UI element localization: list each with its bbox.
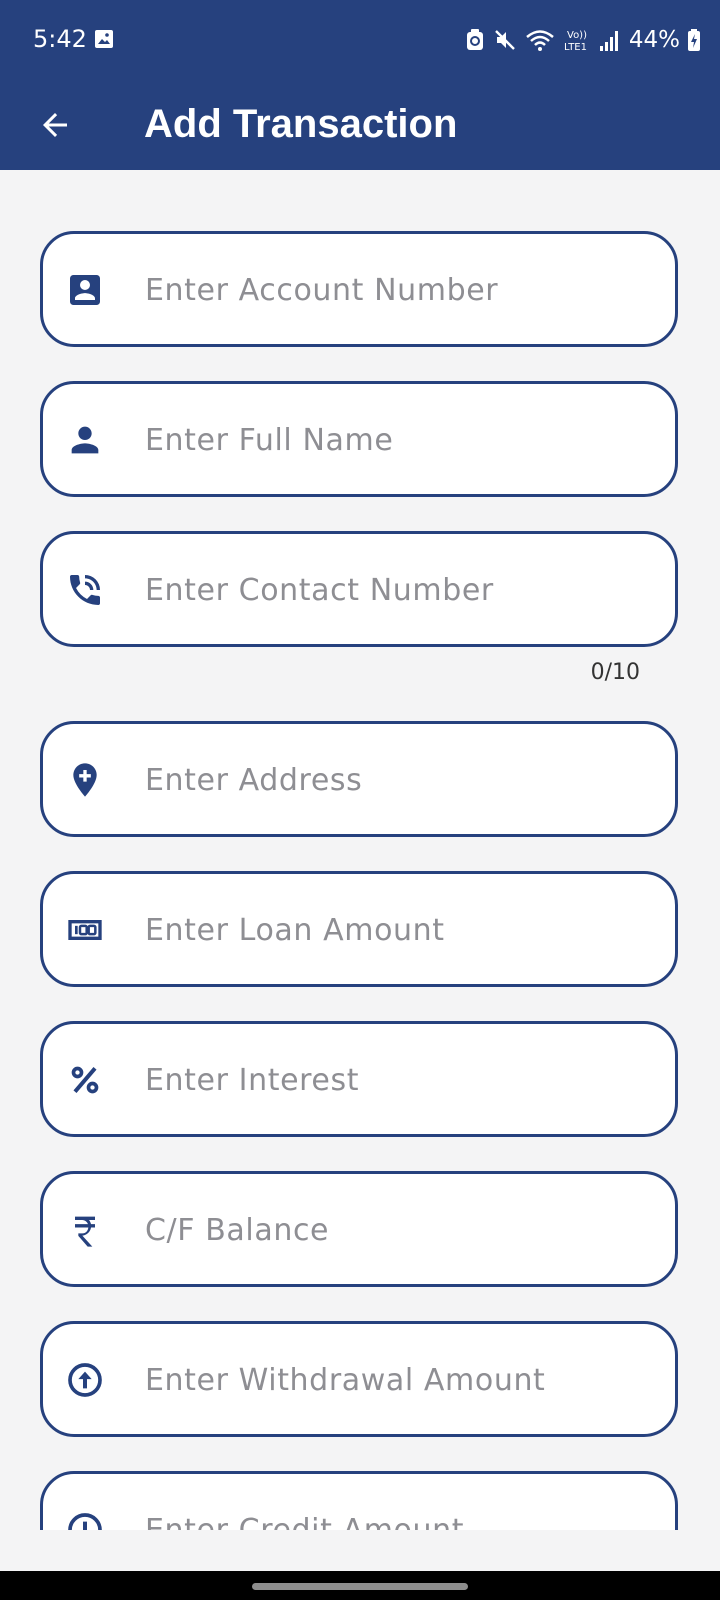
percent-icon bbox=[65, 1060, 105, 1100]
interest-input[interactable] bbox=[143, 1044, 647, 1116]
money-100-icon bbox=[65, 910, 105, 950]
battery-icon bbox=[688, 29, 700, 51]
credit-amount-input[interactable] bbox=[143, 1494, 647, 1530]
status-icons: Vo)) LTE1 44% bbox=[465, 24, 700, 56]
cf-balance-field[interactable] bbox=[40, 1171, 678, 1287]
address-input[interactable] bbox=[143, 744, 647, 816]
transaction-form: 0/10 bbox=[0, 170, 720, 1530]
loan-amount-input[interactable] bbox=[143, 894, 647, 966]
battery-level: 44% bbox=[628, 27, 680, 53]
phone-call-icon bbox=[65, 570, 105, 610]
withdrawal-amount-field[interactable] bbox=[40, 1321, 678, 1437]
contact-number-counter: 0/10 bbox=[590, 660, 640, 685]
contact-number-input[interactable] bbox=[143, 554, 647, 626]
home-gesture-handle[interactable] bbox=[252, 1583, 468, 1590]
loan-amount-field[interactable] bbox=[40, 871, 678, 987]
status-bar: 5:42 Vo)) LTE1 44% bbox=[0, 0, 720, 80]
credit-amount-field[interactable] bbox=[40, 1471, 678, 1530]
gallery-icon bbox=[95, 30, 113, 48]
contact-number-field[interactable] bbox=[40, 531, 678, 647]
full-name-input[interactable] bbox=[143, 404, 647, 476]
app-bar: Add Transaction bbox=[0, 80, 720, 170]
full-name-field[interactable] bbox=[40, 381, 678, 497]
address-field[interactable] bbox=[40, 721, 678, 837]
volte-icon: Vo)) LTE1 bbox=[564, 30, 587, 53]
account-number-input[interactable] bbox=[143, 254, 647, 326]
mute-icon bbox=[495, 30, 515, 50]
wifi-icon bbox=[526, 30, 554, 51]
interest-field[interactable] bbox=[40, 1021, 678, 1137]
page-title: Add Transaction bbox=[144, 102, 458, 146]
arrow-up-circle-icon bbox=[65, 1360, 105, 1400]
signal-icon bbox=[599, 31, 618, 51]
withdrawal-amount-input[interactable] bbox=[143, 1344, 647, 1416]
screen: 5:42 Vo)) LTE1 44% Add Transaction Enter… bbox=[0, 0, 720, 1571]
account-number-field[interactable] bbox=[40, 231, 678, 347]
back-button[interactable] bbox=[30, 100, 80, 150]
account-box-icon bbox=[65, 270, 105, 310]
cf-balance-input[interactable] bbox=[143, 1194, 647, 1266]
person-icon bbox=[65, 420, 105, 460]
clean-icon bbox=[466, 29, 483, 50]
arrow-down-circle-icon bbox=[65, 1510, 105, 1530]
location-add-icon bbox=[65, 760, 105, 800]
arrow-left-icon bbox=[43, 113, 67, 137]
svg-text:LTE1: LTE1 bbox=[564, 42, 587, 53]
status-time: 5:42 bbox=[33, 25, 87, 53]
rupee-icon bbox=[65, 1210, 105, 1250]
svg-text:Vo)): Vo)) bbox=[567, 30, 587, 41]
